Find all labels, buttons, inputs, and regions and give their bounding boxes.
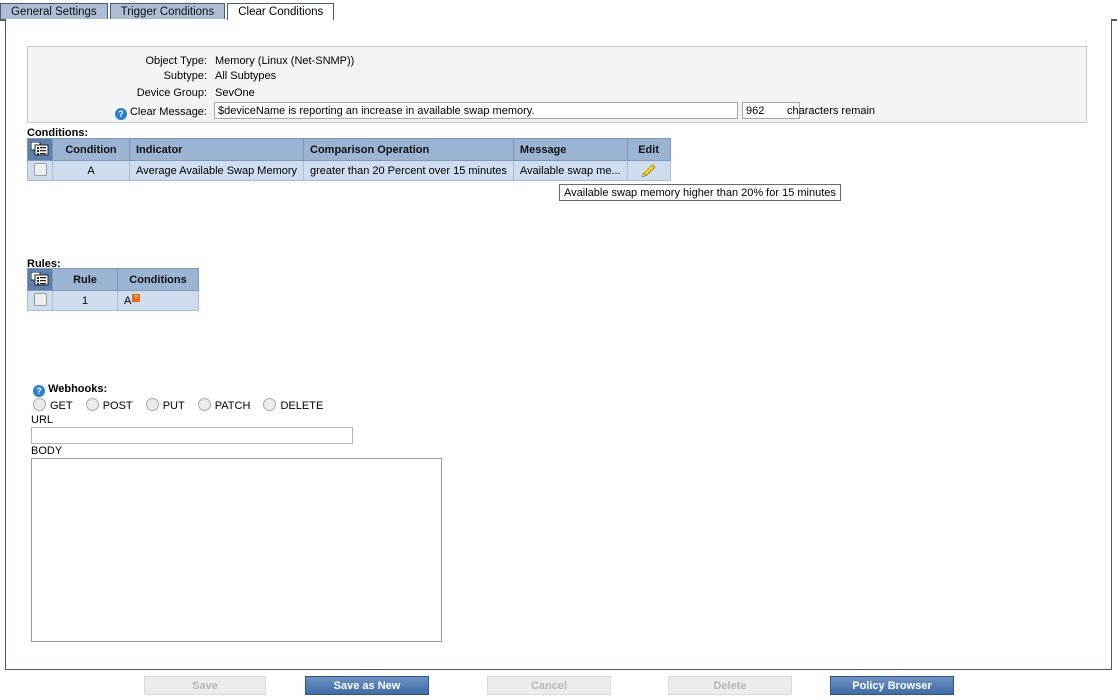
radio-label-post[interactable]: POST [103,400,133,412]
row-checkbox[interactable] [33,163,47,176]
col-edit[interactable]: Edit [626,138,671,161]
radio-put[interactable] [145,398,159,411]
webhook-method-radio-group: GET POST PUT PATCH DELETE [33,398,333,412]
radio-label-patch[interactable]: PATCH [215,400,251,412]
col-message[interactable]: Message [512,138,628,161]
radio-get[interactable] [33,398,46,411]
device-group-label: Device Group: [136,87,207,99]
select-all-list-icon[interactable] [30,141,49,156]
policy-browser-button[interactable]: Policy Browser [830,676,954,695]
url-input[interactable] [31,427,353,444]
save-button[interactable]: Save [144,676,266,695]
object-type-label: Object Type: [145,55,207,67]
condition-message-tooltip: Available swap memory higher than 20% fo… [559,184,841,201]
subtype-value: All Subtypes [215,70,277,82]
webhooks-title: Webhooks: [48,383,108,395]
radio-patch[interactable] [197,398,211,411]
remove-condition-icon[interactable]: × [132,294,141,302]
row-checkbox-cell[interactable] [27,160,53,181]
rules-select-all-header[interactable] [27,268,53,291]
cell-message: Available swap me... [512,160,628,181]
rule-row-checkbox-cell[interactable] [27,290,53,311]
clear-message-input[interactable] [214,102,738,119]
radio-label-delete[interactable]: DELETE [280,400,323,412]
cell-rule-number: 1 [52,290,118,311]
clear-message-label: Clear Message: [129,106,207,118]
table-row[interactable]: 1 A × [27,290,199,311]
conditions-header-row: Condition Indicator Comparison Operation… [27,138,671,161]
rule-condition-letter: A [124,295,132,307]
cell-rule-conditions: A × [117,290,199,311]
cell-comparison: greater than 20 Percent over 15 minutes [303,160,514,181]
pencil-icon[interactable] [641,163,656,177]
conditions-table: Condition Indicator Comparison Operation… [27,138,671,181]
object-type-value: Memory (Linux (Net-SNMP)) [215,55,355,67]
radio-delete[interactable] [263,398,277,411]
col-conditions[interactable]: Conditions [117,268,199,291]
footer-button-bar: Save Save as New Cancel Delete Policy Br… [0,676,1117,700]
delete-button[interactable]: Delete [668,676,792,695]
body-label: BODY [31,445,63,457]
characters-remain-label: characters remain [787,105,876,117]
rules-table: Rule Conditions 1 A × [27,268,199,311]
subtype-label: Subtype: [163,70,207,82]
table-row[interactable]: A Average Available Swap Memory greater … [27,160,671,181]
col-condition[interactable]: Condition [52,138,130,161]
cell-condition: A [52,160,130,181]
cell-edit[interactable] [626,160,671,181]
cell-indicator: Average Available Swap Memory [128,160,305,181]
clear-message-label-wrap: ? Clear Message: [27,104,207,120]
body-textarea[interactable] [31,458,442,642]
device-group-value: SevOne [215,87,255,99]
save-as-new-button[interactable]: Save as New [305,676,429,695]
webhooks-title-row: ? Webhooks: [33,383,107,397]
tab-general-settings[interactable]: General Settings [0,3,108,20]
rules-header-row: Rule Conditions [27,268,199,291]
tab-bar: General Settings Trigger Conditions Clea… [0,0,1117,20]
col-comparison-operation[interactable]: Comparison Operation [303,138,514,161]
help-icon[interactable]: ? [33,385,45,397]
url-label: URL [31,414,54,426]
radio-label-put[interactable]: PUT [163,400,185,412]
help-icon[interactable]: ? [114,108,127,120]
tab-clear-conditions[interactable]: Clear Conditions [227,3,335,20]
rule-row-checkbox[interactable] [33,293,47,306]
col-rule[interactable]: Rule [52,268,118,291]
col-indicator[interactable]: Indicator [128,138,305,161]
radio-label-get[interactable]: GET [50,400,73,412]
radio-post[interactable] [85,398,99,411]
cancel-button[interactable]: Cancel [487,676,611,695]
select-all-list-icon[interactable] [30,271,49,286]
tab-trigger-conditions[interactable]: Trigger Conditions [109,3,226,20]
conditions-select-all-header[interactable] [27,138,53,161]
